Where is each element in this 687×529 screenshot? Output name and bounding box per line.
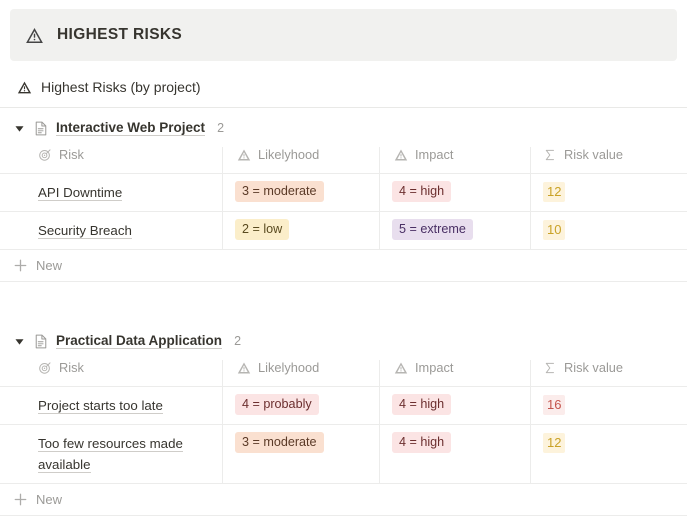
risk-table: Risk Likelyhood Impact Risk value API Downti… bbox=[0, 147, 687, 250]
group-spacer bbox=[0, 282, 687, 321]
chevron-down-icon[interactable] bbox=[14, 123, 25, 134]
cell-risk[interactable]: API Downtime bbox=[0, 174, 223, 212]
new-row-button[interactable]: New bbox=[0, 250, 687, 282]
group-name[interactable]: Interactive Web Project bbox=[56, 120, 205, 136]
cell-likelyhood[interactable]: 4 = probably bbox=[223, 387, 380, 425]
column-header-label: Impact bbox=[415, 360, 453, 375]
highest-risks-banner: HIGHEST RISKS bbox=[10, 9, 677, 61]
risk-title: API Downtime bbox=[38, 185, 122, 201]
cell-likelyhood[interactable]: 3 = moderate bbox=[223, 425, 380, 484]
database-title[interactable]: Highest Risks (by project) bbox=[0, 61, 687, 95]
cell-risk[interactable]: Security Breach bbox=[0, 212, 223, 250]
likelyhood-tag: 4 = probably bbox=[235, 394, 319, 415]
impact-tag: 5 = extreme bbox=[392, 219, 473, 240]
group: Interactive Web Project 2 Risk Likelyhood Im… bbox=[0, 108, 687, 282]
target-icon bbox=[38, 361, 52, 375]
column-header-impact[interactable]: Impact bbox=[380, 360, 531, 387]
sigma-sum-icon bbox=[543, 148, 557, 162]
warning-triangle-icon bbox=[17, 80, 32, 95]
group-count: 2 bbox=[234, 334, 241, 348]
page-document-icon bbox=[34, 334, 48, 349]
table-row[interactable]: Too few resources made available 3 = mode… bbox=[0, 425, 687, 484]
table-header-row: Risk Likelyhood Impact Risk value bbox=[0, 360, 687, 387]
group-header[interactable]: Practical Data Application 2 bbox=[0, 321, 687, 360]
cell-risk-value[interactable]: 16 bbox=[531, 387, 687, 425]
sigma-sum-icon bbox=[543, 361, 557, 375]
likelyhood-tag: 3 = moderate bbox=[235, 181, 324, 202]
cell-impact[interactable]: 4 = high bbox=[380, 174, 531, 212]
column-header-label: Risk value bbox=[564, 360, 623, 375]
risk-title: Too few resources made available bbox=[38, 436, 183, 473]
cell-risk-value[interactable]: 12 bbox=[531, 174, 687, 212]
table-row[interactable]: Project starts too late 4 = probably 4 = h… bbox=[0, 387, 687, 425]
group-name[interactable]: Practical Data Application bbox=[56, 333, 222, 349]
warning-triangle-icon bbox=[25, 26, 44, 45]
column-header-risk-value[interactable]: Risk value bbox=[531, 360, 687, 387]
new-row-label: New bbox=[36, 492, 62, 507]
risk-value: 12 bbox=[543, 433, 565, 453]
cell-likelyhood[interactable]: 2 = low bbox=[223, 212, 380, 250]
database-title-label: Highest Risks (by project) bbox=[41, 79, 201, 95]
warning-triangle-icon bbox=[237, 361, 251, 375]
likelyhood-tag: 3 = moderate bbox=[235, 432, 324, 453]
column-header-likelyhood[interactable]: Likelyhood bbox=[223, 147, 380, 174]
new-row-button[interactable]: New bbox=[0, 484, 687, 516]
column-header-label: Likelyhood bbox=[258, 360, 319, 375]
likelyhood-tag: 2 = low bbox=[235, 219, 289, 240]
table-row[interactable]: API Downtime 3 = moderate 4 = high 12 bbox=[0, 174, 687, 212]
impact-tag: 4 = high bbox=[392, 181, 451, 202]
column-header-risk[interactable]: Risk bbox=[0, 360, 223, 387]
plus-icon bbox=[14, 259, 27, 272]
impact-tag: 4 = high bbox=[392, 394, 451, 415]
risk-title: Project starts too late bbox=[38, 398, 163, 414]
risk-table: Risk Likelyhood Impact Risk value Project st… bbox=[0, 360, 687, 484]
column-header-likelyhood[interactable]: Likelyhood bbox=[223, 360, 380, 387]
cell-likelyhood[interactable]: 3 = moderate bbox=[223, 174, 380, 212]
column-header-impact[interactable]: Impact bbox=[380, 147, 531, 174]
plus-icon bbox=[14, 493, 27, 506]
cell-risk-value[interactable]: 10 bbox=[531, 212, 687, 250]
column-header-risk-value[interactable]: Risk value bbox=[531, 147, 687, 174]
group-header[interactable]: Interactive Web Project 2 bbox=[0, 108, 687, 147]
risk-value: 16 bbox=[543, 395, 565, 415]
risk-value: 12 bbox=[543, 182, 565, 202]
column-header-label: Impact bbox=[415, 147, 453, 162]
cell-risk[interactable]: Project starts too late bbox=[0, 387, 223, 425]
table-row[interactable]: Security Breach 2 = low 5 = extreme 10 bbox=[0, 212, 687, 250]
warning-triangle-icon bbox=[394, 148, 408, 162]
warning-triangle-icon bbox=[237, 148, 251, 162]
column-header-risk[interactable]: Risk bbox=[0, 147, 223, 174]
group: Practical Data Application 2 Risk Likelyhoo… bbox=[0, 321, 687, 516]
risk-value: 10 bbox=[543, 220, 565, 240]
cell-impact[interactable]: 5 = extreme bbox=[380, 212, 531, 250]
new-row-label: New bbox=[36, 258, 62, 273]
cell-impact[interactable]: 4 = high bbox=[380, 387, 531, 425]
chevron-down-icon[interactable] bbox=[14, 336, 25, 347]
group-count: 2 bbox=[217, 121, 224, 135]
impact-tag: 4 = high bbox=[392, 432, 451, 453]
cell-risk[interactable]: Too few resources made available bbox=[0, 425, 223, 484]
page-document-icon bbox=[34, 121, 48, 136]
column-header-label: Risk bbox=[59, 360, 84, 375]
table-header-row: Risk Likelyhood Impact Risk value bbox=[0, 147, 687, 174]
risk-title: Security Breach bbox=[38, 223, 132, 239]
warning-triangle-icon bbox=[394, 361, 408, 375]
cell-risk-value[interactable]: 12 bbox=[531, 425, 687, 484]
cell-impact[interactable]: 4 = high bbox=[380, 425, 531, 484]
target-icon bbox=[38, 148, 52, 162]
groups-container: Interactive Web Project 2 Risk Likelyhood Im… bbox=[0, 108, 687, 516]
banner-title: HIGHEST RISKS bbox=[57, 26, 182, 44]
column-header-label: Likelyhood bbox=[258, 147, 319, 162]
column-header-label: Risk value bbox=[564, 147, 623, 162]
column-header-label: Risk bbox=[59, 147, 84, 162]
